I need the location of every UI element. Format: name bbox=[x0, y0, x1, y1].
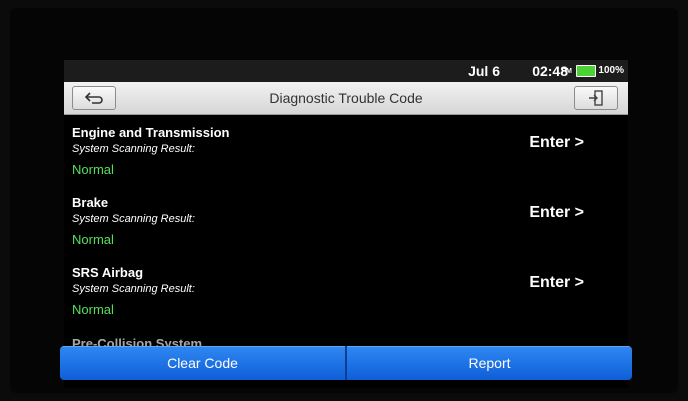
exit-door-icon bbox=[589, 90, 603, 106]
app-screen: Jul 6 02:48 PM 100% Diagnostic Trouble C… bbox=[64, 60, 628, 388]
bottom-action-bar: Clear Code Report bbox=[60, 346, 632, 380]
system-name: Brake bbox=[72, 195, 109, 210]
system-list: Engine and Transmission System Scanning … bbox=[64, 116, 628, 326]
exit-button[interactable] bbox=[574, 86, 618, 110]
list-item[interactable]: SRS Airbag System Scanning Result: Norma… bbox=[64, 256, 628, 326]
battery-percent: 100% bbox=[598, 65, 624, 76]
page-title: Diagnostic Trouble Code bbox=[269, 90, 423, 106]
status-text: Normal bbox=[72, 302, 114, 317]
list-item[interactable]: Brake System Scanning Result: Normal Ent… bbox=[64, 186, 628, 256]
list-item[interactable]: Engine and Transmission System Scanning … bbox=[64, 116, 628, 186]
status-ampm: PM bbox=[561, 68, 573, 75]
result-label: System Scanning Result: bbox=[72, 283, 195, 295]
status-text: Normal bbox=[72, 232, 114, 247]
result-label: System Scanning Result: bbox=[72, 213, 195, 225]
title-bar: Diagnostic Trouble Code bbox=[64, 82, 628, 115]
result-label: System Scanning Result: bbox=[72, 143, 195, 155]
clear-code-button[interactable]: Clear Code bbox=[60, 346, 345, 380]
status-bar: Jul 6 02:48 PM 100% bbox=[64, 60, 628, 82]
report-button[interactable]: Report bbox=[347, 346, 632, 380]
system-name: Engine and Transmission bbox=[72, 125, 230, 140]
enter-button[interactable]: Enter > bbox=[529, 134, 584, 152]
system-name: SRS Airbag bbox=[72, 265, 144, 280]
status-text: Normal bbox=[72, 162, 114, 177]
battery-icon bbox=[576, 65, 596, 77]
enter-button[interactable]: Enter > bbox=[529, 204, 584, 222]
status-date: Jul 6 bbox=[468, 63, 500, 79]
enter-button[interactable]: Enter > bbox=[529, 274, 584, 292]
